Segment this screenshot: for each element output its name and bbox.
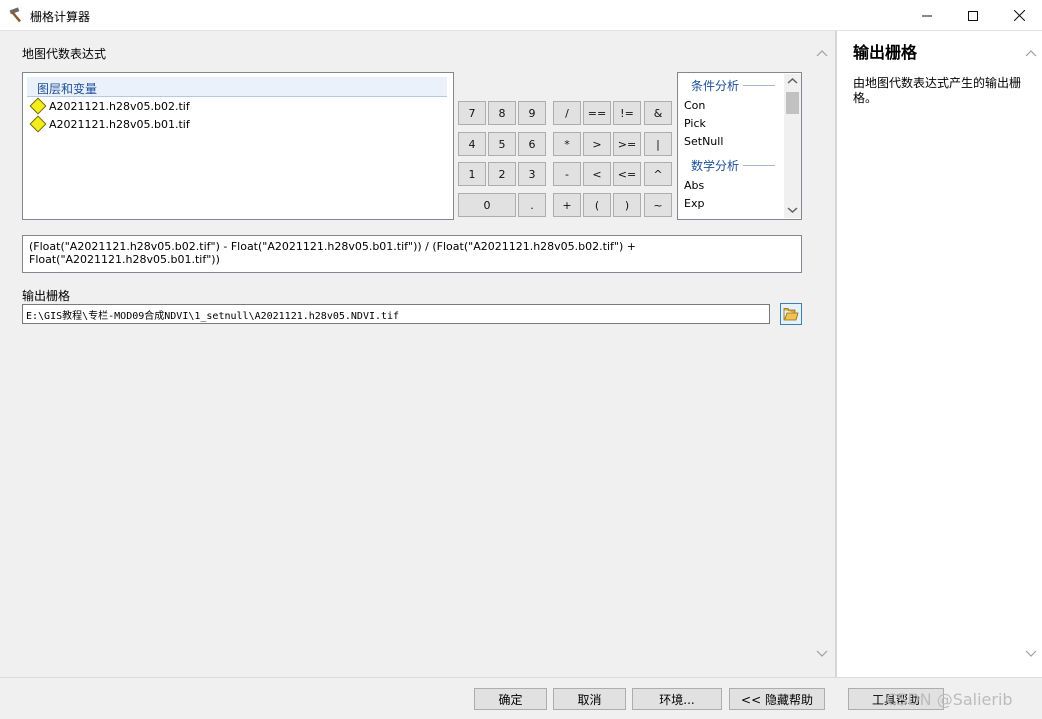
function-group-header: 数学分析 (691, 157, 776, 174)
function-item-con[interactable]: Con (684, 99, 705, 112)
minimize-icon (922, 15, 932, 16)
chevron-down-icon[interactable] (1025, 650, 1037, 658)
raster-layer-icon (29, 97, 47, 115)
browse-button[interactable] (780, 303, 802, 325)
minimize-button[interactable] (904, 0, 950, 31)
environments-button[interactable]: 环境... (632, 688, 722, 710)
calc-button-close-paren[interactable]: ) (613, 193, 641, 217)
calc-button-less-equal[interactable]: <= (613, 162, 641, 186)
calc-button-8[interactable]: 8 (488, 101, 516, 125)
calc-button-not[interactable]: ~ (644, 193, 672, 217)
maximize-button[interactable] (950, 0, 996, 31)
help-title: 输出栅格 (853, 43, 918, 62)
expression-section-label: 地图代数表达式 (22, 47, 107, 61)
ok-button[interactable]: 确定 (474, 688, 547, 710)
function-list-scrollbar[interactable] (784, 74, 801, 218)
calc-button-greater-equal[interactable]: >= (613, 132, 641, 156)
calc-button-dot[interactable]: . (518, 193, 546, 217)
calc-button-equal[interactable]: == (583, 101, 611, 125)
calc-button-4[interactable]: 4 (458, 132, 486, 156)
calc-button-greater[interactable]: > (583, 132, 611, 156)
calc-button-5[interactable]: 5 (488, 132, 516, 156)
calc-button-minus[interactable]: - (553, 162, 581, 186)
footer-bar: 确定 取消 环境... << 隐藏帮助 工具帮助 CSDN @Salierib (0, 677, 1042, 719)
hammer-icon (9, 7, 22, 23)
calc-button-not-equal[interactable]: != (613, 101, 641, 125)
calc-button-plus[interactable]: + (553, 193, 581, 217)
help-pane: 输出栅格 由地图代数表达式产生的输出栅格。 (835, 31, 1042, 677)
calc-button-and[interactable]: & (644, 101, 672, 125)
chevron-up-icon[interactable] (1025, 49, 1037, 57)
calc-button-3[interactable]: 3 (518, 162, 546, 186)
calc-button-xor[interactable]: ^ (644, 162, 672, 186)
function-group-label: 条件分析 (691, 79, 740, 93)
layers-list[interactable]: 图层和变量 A2021121.h28v05.b02.tif A2021121.h… (22, 72, 454, 220)
calc-button-6[interactable]: 6 (518, 132, 546, 156)
calc-button-0[interactable]: 0 (458, 193, 516, 217)
function-item-pick[interactable]: Pick (684, 117, 706, 130)
output-raster-label: 输出栅格 (22, 289, 71, 303)
layer-item[interactable]: A2021121.h28v05.b02.tif (29, 97, 190, 115)
title-bar: 栅格计算器 (0, 0, 1042, 31)
calc-button-2[interactable]: 2 (488, 162, 516, 186)
function-list[interactable]: 条件分析 Con Pick SetNull 数学分析 Abs Exp (677, 72, 802, 220)
close-button[interactable] (996, 0, 1042, 31)
calc-button-1[interactable]: 1 (458, 162, 486, 186)
help-description: 由地图代数表达式产生的输出栅格。 (853, 76, 1022, 105)
open-folder-icon (783, 308, 799, 321)
hide-help-button[interactable]: << 隐藏帮助 (729, 688, 825, 710)
layers-header: 图层和变量 (27, 77, 447, 97)
calc-button-less[interactable]: < (583, 162, 611, 186)
function-group-label: 数学分析 (691, 159, 740, 173)
layers-header-label: 图层和变量 (37, 82, 98, 96)
chevron-down-icon[interactable] (787, 206, 798, 214)
calc-button-multiply[interactable]: * (553, 132, 581, 156)
main-pane: 地图代数表达式 图层和变量 A2021121.h28v05.b02.tif A2… (0, 31, 835, 677)
function-item-setnull[interactable]: SetNull (684, 135, 723, 148)
layer-name: A2021121.h28v05.b01.tif (49, 117, 190, 131)
layer-item[interactable]: A2021121.h28v05.b01.tif (29, 115, 190, 133)
window-title: 栅格计算器 (30, 10, 91, 24)
function-group-header: 条件分析 (691, 77, 776, 94)
calc-button-open-paren[interactable]: ( (583, 193, 611, 217)
raster-layer-icon (29, 115, 47, 133)
chevron-up-icon[interactable] (787, 77, 798, 85)
maximize-icon (968, 10, 978, 21)
output-raster-field[interactable]: E:\GIS教程\专栏-MOD09合成NDVI\1_setnull\A20211… (22, 304, 770, 324)
calc-button-7[interactable]: 7 (458, 101, 486, 125)
layer-name: A2021121.h28v05.b02.tif (49, 99, 190, 113)
expression-input[interactable]: (Float("A2021121.h28v05.b02.tif") - Floa… (22, 235, 802, 273)
close-icon (1013, 10, 1025, 21)
calc-button-divide[interactable]: / (553, 101, 581, 125)
watermark-text: CSDN @Salierib (886, 690, 1013, 709)
calc-button-9[interactable]: 9 (518, 101, 546, 125)
chevron-down-icon[interactable] (816, 650, 828, 658)
function-item-exp[interactable]: Exp (684, 197, 704, 210)
calc-button-or[interactable]: | (644, 132, 672, 156)
function-item-abs[interactable]: Abs (684, 179, 704, 192)
chevron-up-icon[interactable] (816, 49, 828, 57)
scrollbar-thumb[interactable] (786, 92, 799, 114)
cancel-button[interactable]: 取消 (553, 688, 626, 710)
